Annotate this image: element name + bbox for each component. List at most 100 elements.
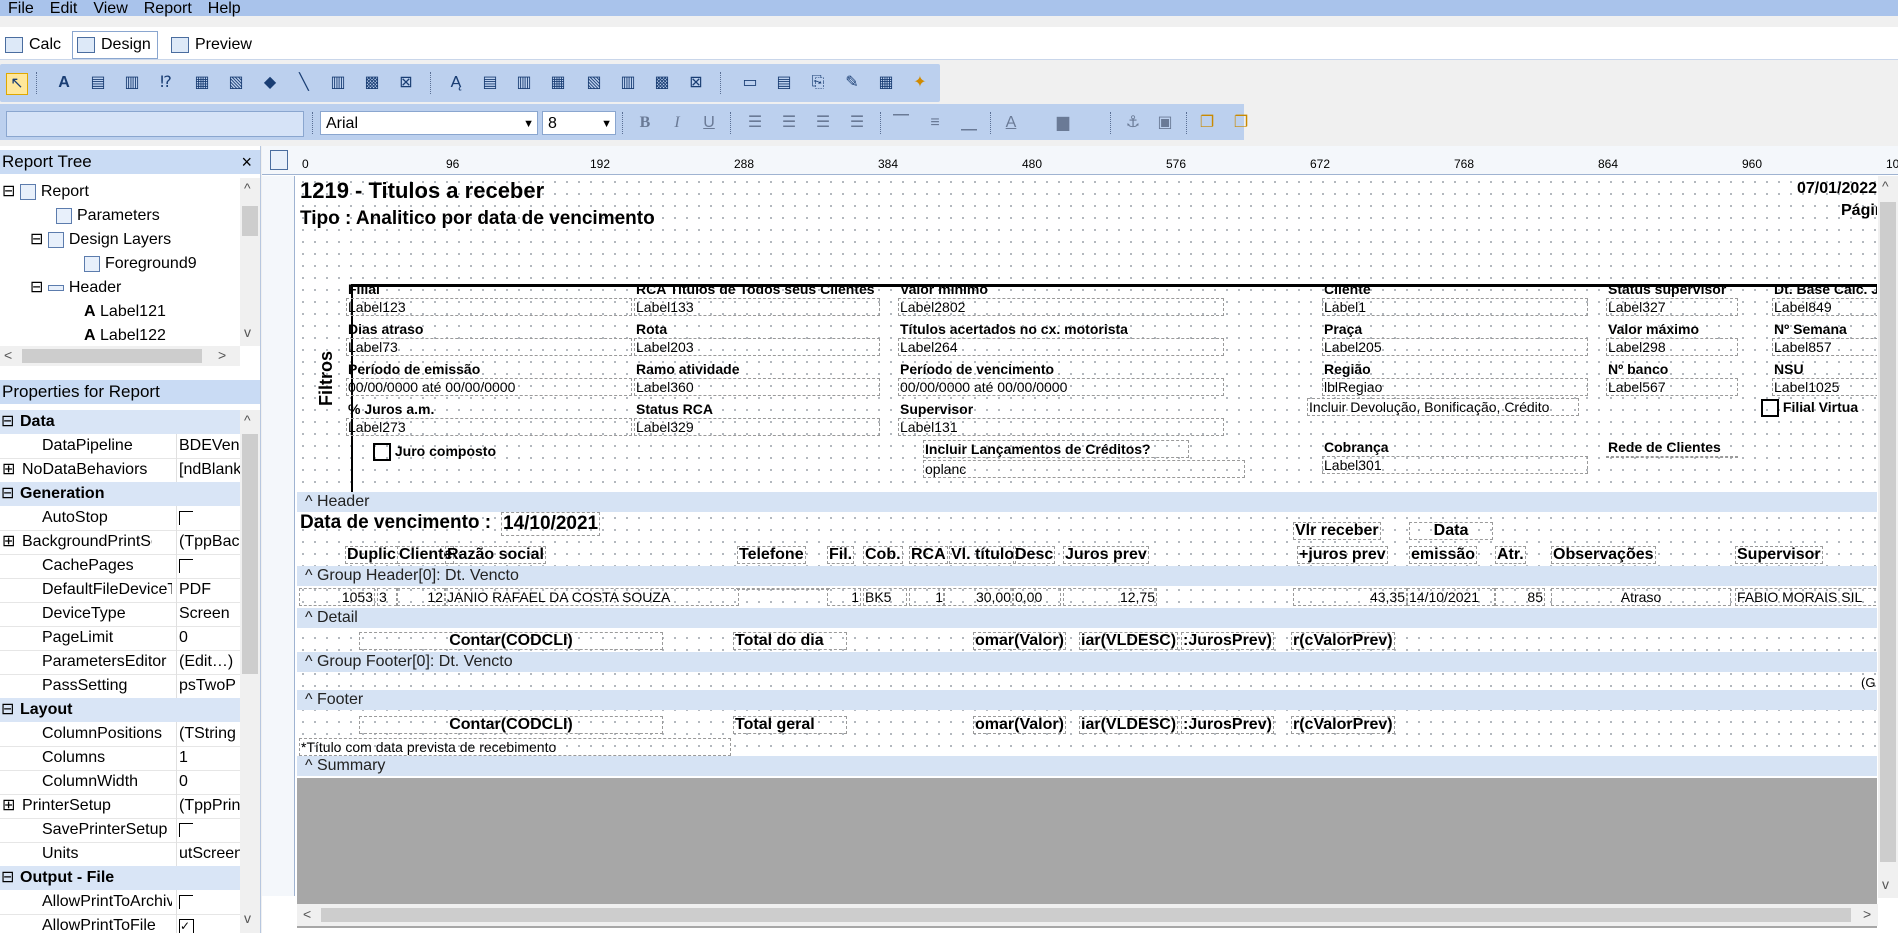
tree-horizontal-scrollbar[interactable]: < > (0, 346, 240, 366)
band-group-header[interactable]: ^ Group Header[0]: Dt. Vencto (297, 566, 1877, 586)
prop-printersetup[interactable]: ⊞ PrinterSetup (TppPrin (0, 794, 240, 819)
filter-caption[interactable]: Período de emissão (346, 360, 482, 378)
anchor-middle-icon[interactable]: ≡ (924, 113, 946, 133)
prop-backgroundprint[interactable]: ⊞ BackgroundPrintSe (TppBac (0, 530, 240, 555)
2d-barcode-tool-icon[interactable]: ▩ (362, 73, 382, 93)
align-center-icon[interactable]: ☰ (778, 113, 800, 133)
group-date[interactable]: 14/10/2021 (501, 512, 601, 536)
filter-caption[interactable]: Nº banco (1606, 360, 1670, 378)
filter-value[interactable]: Label203 (634, 338, 880, 356)
italic-button[interactable]: I (666, 113, 688, 133)
gf-sum-cvalor[interactable]: r(cValorPrev) (1291, 632, 1395, 650)
column-header[interactable]: Supervisor (1735, 546, 1823, 564)
align-left-icon[interactable]: ☰ (744, 113, 766, 133)
detail-cob[interactable]: BK5 (863, 588, 907, 606)
filter-caption[interactable]: Filial (346, 280, 382, 298)
checkbox-tool-icon[interactable]: ⊠ (396, 73, 416, 93)
tree-item-header[interactable]: ⊟ Header (30, 276, 121, 300)
filter-caption[interactable]: Região (1322, 360, 1373, 378)
juro-composto-checkbox[interactable]: Juro composto (371, 442, 498, 462)
dbimage-tool-icon[interactable]: ▧ (584, 73, 604, 93)
report-subtitle[interactable]: Tipo : Analitico por data de vencimento (299, 208, 656, 230)
filter-value[interactable]: Label298 (1606, 338, 1738, 356)
detail-juros[interactable]: 12,75 (1063, 588, 1157, 606)
gf-total[interactable]: Total do dia (733, 632, 847, 650)
tree-vertical-scrollbar[interactable]: ^ v (240, 178, 260, 346)
column-header[interactable]: Juros prev (1063, 546, 1149, 564)
tree-item-foreground[interactable]: Foreground9 (84, 252, 197, 276)
filter-caption[interactable]: Rota (634, 320, 669, 338)
report-page[interactable]: Página 1 d (1839, 202, 1877, 220)
filter-value[interactable]: Label329 (634, 418, 880, 436)
highlight-color-icon[interactable]: ▆ (1052, 113, 1074, 133)
incluir-devolucao-label[interactable]: Incluir Devolução, Bonificação, Crédito (1307, 398, 1579, 416)
prop-devicetype[interactable]: DeviceType Screen (0, 602, 240, 627)
send-to-back-icon[interactable]: ❐ (1230, 113, 1252, 133)
close-icon[interactable]: × (241, 150, 252, 174)
filters-vertical-label[interactable]: Filtros (317, 349, 335, 408)
ruler-unit-icon[interactable] (270, 150, 288, 170)
filter-caption[interactable]: Títulos acertados no cx. motorista (898, 320, 1130, 338)
prop-datapipeline[interactable]: DataPipeline BDEVen (0, 434, 240, 459)
menu-report[interactable]: Report (136, 1, 200, 17)
group-title[interactable]: Data de vencimento : (299, 512, 492, 534)
category-generation[interactable]: Generation (0, 482, 240, 506)
filter-value[interactable]: Label301 (1322, 456, 1588, 474)
detail-vl-titulo[interactable]: 30,00 (943, 588, 1013, 606)
col-emissao[interactable]: emissão (1409, 546, 1478, 564)
prop-pagelimit[interactable]: PageLimit 0 (0, 626, 240, 651)
detail-atr[interactable]: 85 (1495, 588, 1545, 606)
filter-caption[interactable]: Status RCA (634, 400, 715, 418)
teechart-tool-icon[interactable]: ✦ (910, 73, 930, 93)
gf-sum-juros[interactable]: :JurosPrev) (1181, 632, 1274, 650)
gf-sum-desc[interactable]: iar(VLDESC) (1079, 632, 1179, 650)
anchor-top-icon[interactable]: ⎺ (890, 113, 912, 133)
sysvar-tool-icon[interactable]: ⁉ (156, 73, 176, 93)
design-vertical-scrollbar[interactable]: ^ v (1878, 176, 1898, 898)
filter-value[interactable]: Label327 (1606, 298, 1738, 316)
oplanc-label[interactable]: oplanc (923, 460, 1245, 478)
filter-value[interactable]: Label264 (898, 338, 1224, 356)
filter-value[interactable]: Label205 (1322, 338, 1588, 356)
filter-value[interactable]: Label133 (634, 298, 880, 316)
dbmemo-tool-icon[interactable]: ▤ (480, 73, 500, 93)
detail-emissao[interactable]: 14/10/2021 (1407, 588, 1495, 606)
detail-seq[interactable]: 3 (377, 588, 397, 606)
prop-units[interactable]: Units utScreen (0, 842, 240, 867)
detail-supervisor[interactable]: FABIO MORAIS SIL (1735, 588, 1877, 606)
prop-cachepages[interactable]: CachePages (0, 554, 240, 579)
font-name-select[interactable]: Arial ▼ (320, 111, 538, 135)
barcode-tool-icon[interactable]: ▥ (328, 73, 348, 93)
richtext-tool-icon[interactable]: ▥ (122, 73, 142, 93)
filter-value[interactable]: Label131 (898, 418, 1224, 436)
detail-fil[interactable]: 1 (827, 588, 861, 606)
report-date[interactable]: 07/01/2022 11:2 (1795, 180, 1877, 198)
category-layout[interactable]: Layout (0, 698, 240, 722)
col-vlr-receber[interactable]: Vlr receber (1293, 522, 1381, 540)
menu-file[interactable]: File (0, 1, 42, 17)
filter-caption[interactable]: Dt. Base Calc. Ju (1772, 280, 1877, 298)
memo-tool-icon[interactable]: ▤ (88, 73, 108, 93)
properties-vertical-scrollbar[interactable]: ^ v (240, 410, 260, 933)
filter-caption[interactable]: % Juros a.m. (346, 400, 436, 418)
tab-calc[interactable]: Calc (0, 31, 68, 59)
tab-preview[interactable]: Preview (166, 31, 259, 59)
filter-value[interactable]: lblRegiao (1322, 378, 1588, 396)
column-header[interactable]: Duplic (345, 546, 398, 564)
filter-value[interactable]: Label360 (634, 378, 880, 396)
prop-defaultfiledevicetype[interactable]: DefaultFileDeviceT PDF (0, 578, 240, 603)
filter-value[interactable]: Label1 (1322, 298, 1588, 316)
dbtext-tool-icon[interactable]: Ą (446, 73, 466, 93)
incluir-lancamentos-label[interactable]: Incluir Lançamentos de Créditos? (923, 440, 1189, 458)
detail-desc[interactable]: 0,00 (1013, 588, 1061, 606)
prop-columnwidth[interactable]: ColumnWidth 0 (0, 770, 240, 795)
tab-design[interactable]: Design (72, 31, 158, 59)
dbcalc-tool-icon[interactable]: ▦ (548, 73, 568, 93)
column-header[interactable]: Atr. (1495, 546, 1526, 564)
component-name-box[interactable] (6, 111, 304, 137)
column-header[interactable]: Razão social (445, 546, 546, 564)
detail-duplic[interactable]: 1053 (299, 588, 375, 606)
justify-icon[interactable]: ☰ (846, 113, 868, 133)
select-pointer-icon[interactable]: ↖ (6, 73, 28, 95)
underline-button[interactable]: U (698, 113, 720, 133)
